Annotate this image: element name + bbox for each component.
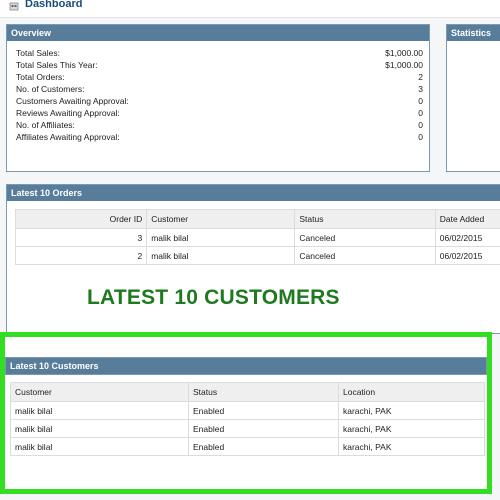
overview-value: 0 xyxy=(418,108,423,118)
overview-row: No. of Customers: 3 xyxy=(16,83,423,95)
column-header-order-id[interactable]: Order ID xyxy=(14,209,148,229)
overview-label: Total Sales: xyxy=(16,48,60,58)
column-header-customer[interactable]: Customer xyxy=(146,209,296,229)
latest-customers-title: Latest 10 Customers xyxy=(6,358,486,374)
order-id-cell: 2 xyxy=(14,246,148,265)
overview-row: Total Orders: 2 xyxy=(16,71,423,83)
latest-orders-title: Latest 10 Orders xyxy=(7,185,500,201)
column-header-status[interactable]: Status xyxy=(188,382,339,402)
overview-label: Reviews Awaiting Approval: xyxy=(16,108,120,118)
status-cell: Canceled xyxy=(294,246,436,265)
overview-value: 2 xyxy=(418,72,423,82)
overview-panel: Overview Total Sales: $1,000.00 Total Sa… xyxy=(6,24,430,172)
customer-cell: malik bilal xyxy=(10,419,189,438)
home-icon xyxy=(9,2,19,11)
table-row[interactable]: malik bilal Enabled karachi, PAK xyxy=(10,437,485,456)
status-cell: Enabled xyxy=(188,401,339,420)
overview-label: Customers Awaiting Approval: xyxy=(16,96,129,106)
latest-customers-panel: Latest 10 Customers Customer Status Loca… xyxy=(5,357,487,456)
page-title: Dashboard xyxy=(25,0,83,10)
annotation-heading: LATEST 10 CUSTOMERS xyxy=(87,286,340,309)
overview-label: No. of Customers: xyxy=(16,84,85,94)
orders-table: Order ID Customer Status Date Added 3 ma… xyxy=(14,209,500,265)
status-cell: Canceled xyxy=(294,228,436,247)
overview-title: Overview xyxy=(7,25,429,41)
location-cell: karachi, PAK xyxy=(338,437,485,456)
status-cell: Enabled xyxy=(188,437,339,456)
overview-label: Total Sales This Year: xyxy=(16,60,98,70)
table-row[interactable]: malik bilal Enabled karachi, PAK xyxy=(10,419,485,438)
table-row[interactable]: 3 malik bilal Canceled 06/02/2015 xyxy=(14,228,500,247)
orders-header-row: Order ID Customer Status Date Added xyxy=(14,209,500,229)
status-cell: Enabled xyxy=(188,419,339,438)
table-row[interactable]: 2 malik bilal Canceled 06/02/2015 xyxy=(14,246,500,265)
customer-cell: malik bilal xyxy=(10,437,189,456)
overview-table: Total Sales: $1,000.00 Total Sales This … xyxy=(16,47,423,143)
overview-row: Customers Awaiting Approval: 0 xyxy=(16,95,423,107)
overview-row: Reviews Awaiting Approval: 0 xyxy=(16,107,423,119)
table-row[interactable]: malik bilal Enabled karachi, PAK xyxy=(10,401,485,420)
customer-cell: malik bilal xyxy=(146,228,296,247)
overview-value: $1,000.00 xyxy=(385,60,423,70)
overview-value: $1,000.00 xyxy=(385,48,423,58)
date-cell: 06/02/2015 xyxy=(434,228,500,247)
date-cell: 06/02/2015 xyxy=(434,246,500,265)
column-header-status[interactable]: Status xyxy=(294,209,436,229)
overview-value: 3 xyxy=(418,84,423,94)
column-header-customer[interactable]: Customer xyxy=(10,382,189,402)
column-header-date-added[interactable]: Date Added xyxy=(434,209,500,229)
location-cell: karachi, PAK xyxy=(338,419,485,438)
customers-header-row: Customer Status Location xyxy=(10,382,485,402)
order-id-cell: 3 xyxy=(14,228,148,247)
highlight-frame: Latest 10 Customers Customer Status Loca… xyxy=(0,332,492,494)
overview-row: No. of Affiliates: 0 xyxy=(16,119,423,131)
overview-label: Total Orders: xyxy=(16,72,65,82)
overview-value: 0 xyxy=(418,120,423,130)
overview-row: Total Sales: $1,000.00 xyxy=(16,47,423,59)
column-header-location[interactable]: Location xyxy=(338,382,485,402)
latest-orders-panel: Latest 10 Orders Order ID Customer Statu… xyxy=(6,184,500,334)
overview-label: Affiliates Awaiting Approval: xyxy=(16,132,120,142)
statistics-title: Statistics xyxy=(447,25,500,41)
overview-value: 0 xyxy=(418,132,423,142)
overview-label: No. of Affiliates: xyxy=(16,120,75,130)
overview-row: Total Sales This Year: $1,000.00 xyxy=(16,59,423,71)
overview-row: Affiliates Awaiting Approval: 0 xyxy=(16,131,423,143)
statistics-panel: Statistics xyxy=(446,24,500,172)
overview-value: 0 xyxy=(418,96,423,106)
page-header: Dashboard xyxy=(0,0,500,18)
customer-cell: malik bilal xyxy=(10,401,189,420)
location-cell: karachi, PAK xyxy=(338,401,485,420)
customer-cell: malik bilal xyxy=(146,246,296,265)
customers-table: Customer Status Location malik bilal Ena… xyxy=(10,382,485,456)
